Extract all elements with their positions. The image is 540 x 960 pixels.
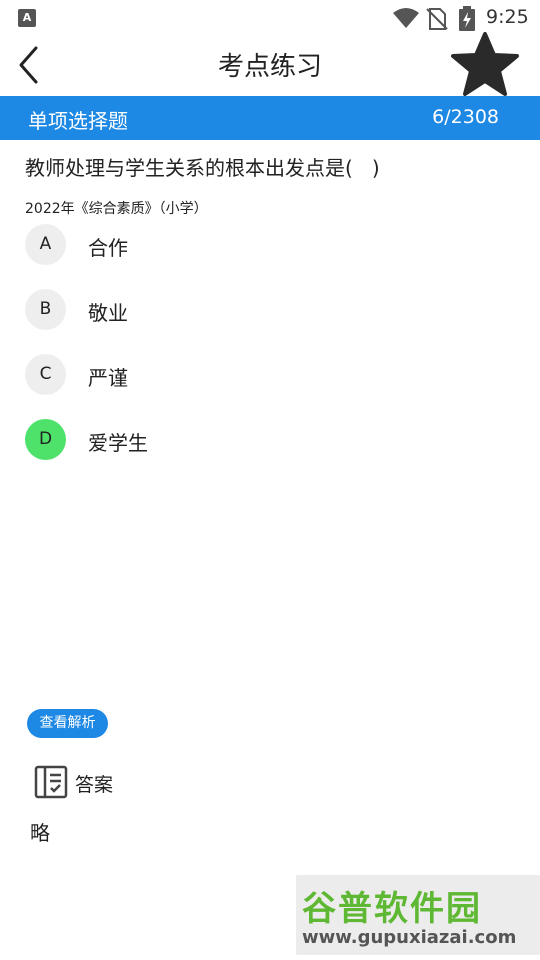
option-text: 爱学生 [88, 431, 148, 455]
question-type-bar: 单项选择题 6/2308 [0, 96, 540, 140]
option-d[interactable]: D 爱学生 [25, 419, 515, 463]
option-letter-correct: D [25, 419, 66, 460]
option-a[interactable]: A 合作 [25, 224, 515, 268]
answer-label: 答案 [75, 774, 114, 796]
option-letter: C [25, 354, 66, 395]
option-text: 敬业 [88, 301, 128, 325]
app-notification-icon: A [18, 9, 36, 27]
favorite-star-button[interactable] [450, 30, 520, 98]
question-text: 教师处理与学生关系的根本出发点是( ) [25, 156, 380, 180]
watermark-url: www.gupuxiazai.com [302, 927, 517, 948]
notebook-icon [34, 765, 68, 799]
title-bar: 考点练习 [0, 32, 540, 96]
question-type-label: 单项选择题 [28, 109, 128, 133]
option-text: 合作 [88, 236, 128, 260]
wifi-icon [393, 8, 419, 28]
view-analysis-button[interactable]: 查看解析 [27, 709, 108, 738]
option-c[interactable]: C 严谨 [25, 354, 515, 398]
option-text: 严谨 [88, 366, 128, 390]
question-progress: 6/2308 [432, 106, 499, 128]
question-source: 2022年《综合素质》（小学） [25, 201, 208, 217]
answer-value: 略 [30, 821, 50, 845]
option-b[interactable]: B 敬业 [25, 289, 515, 333]
watermark-title: 谷普软件园 [302, 889, 482, 929]
option-letter: A [25, 224, 66, 265]
watermark: 谷普软件园 www.gupuxiazai.com [296, 875, 540, 955]
no-sim-icon [426, 8, 448, 30]
option-letter: B [25, 289, 66, 330]
battery-charging-icon [459, 6, 475, 31]
status-time: 9:25 [486, 6, 529, 28]
star-icon [451, 32, 519, 96]
